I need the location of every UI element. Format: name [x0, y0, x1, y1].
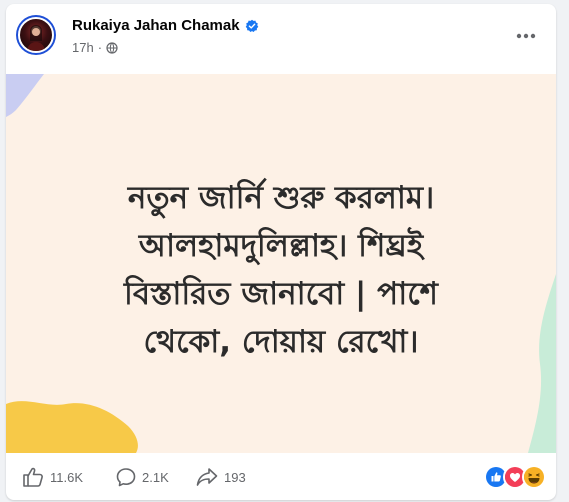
- comment-icon: [116, 468, 136, 487]
- author-name[interactable]: Rukaiya Jahan Chamak: [72, 17, 240, 34]
- post-footer: 11.6K 2.1K 193: [6, 453, 556, 500]
- yellow-blob: [6, 401, 138, 453]
- post-text-line: নতুন জার্নি শুরু করলাম।: [127, 180, 435, 216]
- post-image[interactable]: নতুন জার্নি শুরু করলাম। আলহামদুলিল্লাহ। …: [6, 74, 556, 453]
- shares-count: 193: [224, 469, 246, 485]
- more-options-button[interactable]: [508, 22, 544, 50]
- meta-separator: ·: [97, 40, 103, 55]
- share-icon: [196, 468, 218, 486]
- globe-icon[interactable]: [106, 41, 118, 54]
- lavender-blob: [6, 74, 44, 117]
- comment-button[interactable]: 2.1K: [116, 467, 169, 487]
- more-options-icon: [516, 33, 536, 39]
- post-header: Rukaiya Jahan Chamak 17h ·: [6, 4, 556, 74]
- haha-reaction-icon: [522, 465, 546, 489]
- avatar[interactable]: [16, 15, 56, 55]
- post-timestamp[interactable]: 17h: [72, 40, 94, 55]
- reactions-summary[interactable]: [484, 465, 546, 489]
- post-card: Rukaiya Jahan Chamak 17h · নতুন জার্নি শ…: [6, 4, 556, 500]
- post-text: নতুন জার্নি শুরু করলাম। আলহামদুলিল্লাহ। …: [46, 174, 516, 366]
- thumbs-up-icon: [23, 467, 43, 487]
- post-text-line: আলহামদুলিল্লাহ। শিঘ্রই: [138, 228, 424, 264]
- post-text-line: থেকো, দোয়ায় রেখো।: [143, 324, 419, 360]
- comments-count: 2.1K: [142, 469, 169, 485]
- post-text-line: বিস্তারিত জানাবো | পাশে: [123, 276, 439, 312]
- like-button[interactable]: 11.6K: [22, 467, 83, 487]
- likes-count: 11.6K: [50, 469, 84, 485]
- share-button[interactable]: 193: [196, 467, 246, 487]
- verified-badge-icon: [245, 19, 258, 32]
- avatar-image: [18, 17, 54, 53]
